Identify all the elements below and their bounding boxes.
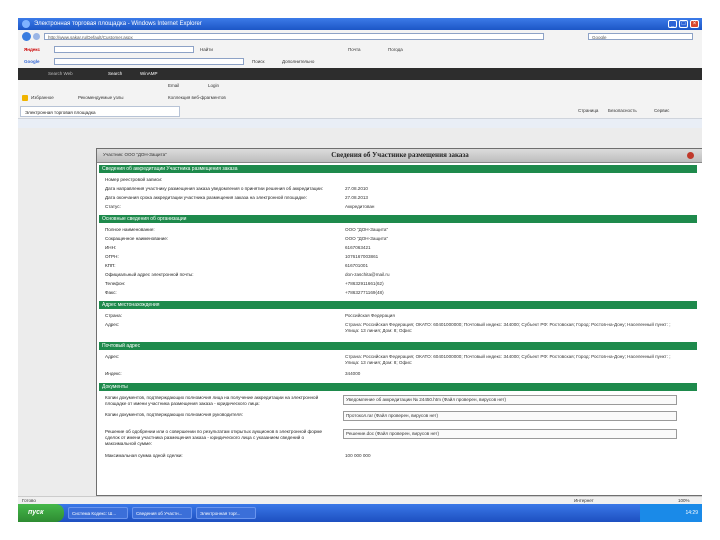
- favorites-item-webslices[interactable]: Коллекция веб-фрагментов: [168, 95, 226, 100]
- google-search-input[interactable]: [54, 58, 244, 65]
- section-organization-header: Основные сведения об организации: [99, 215, 697, 223]
- forward-icon[interactable]: [33, 33, 40, 40]
- doc-head-label: Копии документов, подтверждающих полномо…: [105, 412, 243, 417]
- taskbar: пуск Система Кодекс: Ш... Сведения об Уч…: [18, 504, 702, 522]
- fax-value: +78632771169(48): [345, 290, 384, 295]
- full-name-value: ООО "ДОН-Защита": [345, 227, 389, 232]
- login-button[interactable]: Login: [208, 83, 219, 88]
- postal-index-label: Индекс:: [105, 371, 122, 376]
- postal-address-value: Страна: Российская Федерация; ОКАТО: 604…: [345, 354, 671, 365]
- doc-authority-label: Копии документов, подтверждающих полномо…: [105, 395, 319, 406]
- winamp-button[interactable]: WinAMP: [140, 71, 158, 76]
- doc-decision-label: Решение об одобрении или о совершении по…: [105, 429, 323, 446]
- doc-authority-file[interactable]: Уведомление об аккредитации № 24450.htm …: [343, 395, 677, 405]
- short-name-label: Сокращенное наименование:: [105, 236, 169, 241]
- favorites-item-recommended[interactable]: Рекомендуемые узлы: [78, 95, 123, 100]
- yandex-search-input[interactable]: [54, 46, 194, 53]
- short-name-value: ООО "ДОН-Защита": [345, 236, 389, 241]
- window-title: Электронная торговая площадка - Windows …: [34, 21, 202, 27]
- dialog-close-icon[interactable]: [687, 152, 694, 159]
- doc-head-file[interactable]: Протокол.rar (Файл проверен, вирусов нет…: [343, 411, 677, 421]
- inn-value: 6167063421: [345, 245, 371, 250]
- accreditation-number-label: Номер реестровой записи:: [105, 177, 163, 182]
- google-item-search[interactable]: Поиск: [252, 59, 264, 64]
- max-sum-value: 100 000 000: [345, 453, 371, 458]
- yandex-brand[interactable]: Яндекс: [24, 47, 40, 52]
- maximize-button[interactable]: □: [679, 20, 688, 28]
- start-button[interactable]: пуск: [18, 504, 64, 522]
- google-brand[interactable]: Google: [24, 59, 40, 64]
- task-etp[interactable]: Электронная торг...: [196, 507, 256, 519]
- dialog-title: Сведения об Участнике размещения заказа: [331, 151, 469, 159]
- section-postal-header: Почтовый адрес: [99, 342, 697, 350]
- favorites-button[interactable]: Избранное: [31, 95, 54, 100]
- search-web-input[interactable]: Search Web: [48, 71, 73, 76]
- fax-label: Факс:: [105, 290, 117, 295]
- country-value: Российская Федерация: [345, 313, 395, 318]
- desktop-screen: Электронная торговая площадка - Windows …: [18, 18, 702, 522]
- tab-etp-label: Электронная торговая площадка: [25, 110, 96, 115]
- yandex-item-weather[interactable]: Погода: [388, 47, 403, 52]
- ogrn-label: ОГРН:: [105, 254, 119, 259]
- location-address-value: Страна: Российская Федерация; ОКАТО: 604…: [345, 322, 671, 333]
- ogrn-value: 1076167003861: [345, 254, 379, 259]
- email-value: don-zaschita@mail.ru: [345, 272, 390, 277]
- task-kodeks[interactable]: Система Кодекс: Ш...: [68, 507, 128, 519]
- postal-index-value: 344000: [345, 371, 361, 376]
- full-name-label: Полное наименование:: [105, 227, 155, 232]
- status-zone: Интернет: [574, 498, 594, 503]
- close-button[interactable]: ×: [690, 20, 699, 28]
- tab-row: Электронная торговая площадка Страница Б…: [18, 104, 702, 119]
- doc-decision-file[interactable]: Решение.doc (Файл проверен, вирусов нет): [343, 429, 677, 439]
- status-value: Аккредитован: [345, 204, 375, 209]
- back-icon[interactable]: [22, 32, 31, 41]
- status-zoom[interactable]: 100%: [678, 498, 690, 503]
- status-label: Статус:: [105, 204, 121, 209]
- kpp-value: 616701001: [345, 263, 368, 268]
- star-icon[interactable]: [22, 95, 28, 101]
- accreditation-date-value: 27.08.2010: [345, 186, 368, 191]
- location-address-label: Адрес:: [105, 322, 120, 327]
- address-bar-row: http://www.sakar.ru/Default/Customer.asp…: [18, 30, 702, 45]
- country-label: Страна:: [105, 313, 122, 318]
- minimize-button[interactable]: _: [668, 20, 677, 28]
- tools-menu[interactable]: Сервис: [654, 108, 669, 113]
- task-participant[interactable]: Сведения об Участн...: [132, 507, 192, 519]
- email-button[interactable]: Email: [168, 83, 179, 88]
- search-button[interactable]: Search: [108, 71, 122, 76]
- inn-label: ИНН:: [105, 245, 117, 250]
- ie-icon: [22, 20, 30, 28]
- search-input[interactable]: Google: [588, 33, 693, 40]
- status-text: Готово: [22, 498, 36, 503]
- phone-value: +78632911661(62): [345, 281, 384, 286]
- google-item-more[interactable]: Дополнительно: [282, 59, 314, 64]
- tab-etp[interactable]: Электронная торговая площадка: [20, 106, 180, 117]
- section-location-header: Адрес местонахождения: [99, 301, 697, 309]
- phone-label: Телефон:: [105, 281, 126, 286]
- section-accreditation-header: Сведения об аккредитации Участника разме…: [99, 165, 697, 173]
- postal-address-label: Адрес:: [105, 354, 120, 359]
- security-menu[interactable]: Безопасность: [608, 108, 637, 113]
- system-tray: 14:29: [640, 504, 702, 522]
- participant-dialog: Участник: ООО "ДОН-Защита" Сведения об У…: [96, 148, 702, 496]
- dialog-header: Участник: ООО "ДОН-Защита" Сведения об У…: [97, 149, 702, 163]
- section-documents-header: Документы: [99, 383, 697, 391]
- email-label: Официальный адрес электронной почты:: [105, 272, 194, 277]
- yandex-item-mail[interactable]: Почта: [348, 47, 361, 52]
- accreditation-date-label: Дата направления участнику размещения за…: [105, 186, 323, 191]
- max-sum-label: Максимальная сумма одной сделки:: [105, 453, 183, 458]
- url-input[interactable]: http://www.sakar.ru/Default/Customer.asp…: [44, 33, 544, 40]
- accreditation-end-label: Дата окончания срока аккредитации участн…: [105, 195, 307, 200]
- clock[interactable]: 14:29: [685, 510, 698, 516]
- kpp-label: КПП:: [105, 263, 116, 268]
- accreditation-end-value: 27.08.2013: [345, 195, 368, 200]
- window-title-bar: Электронная торговая площадка - Windows …: [18, 18, 702, 30]
- page-menu[interactable]: Страница: [578, 108, 598, 113]
- yandex-item-find[interactable]: Найти: [200, 47, 213, 52]
